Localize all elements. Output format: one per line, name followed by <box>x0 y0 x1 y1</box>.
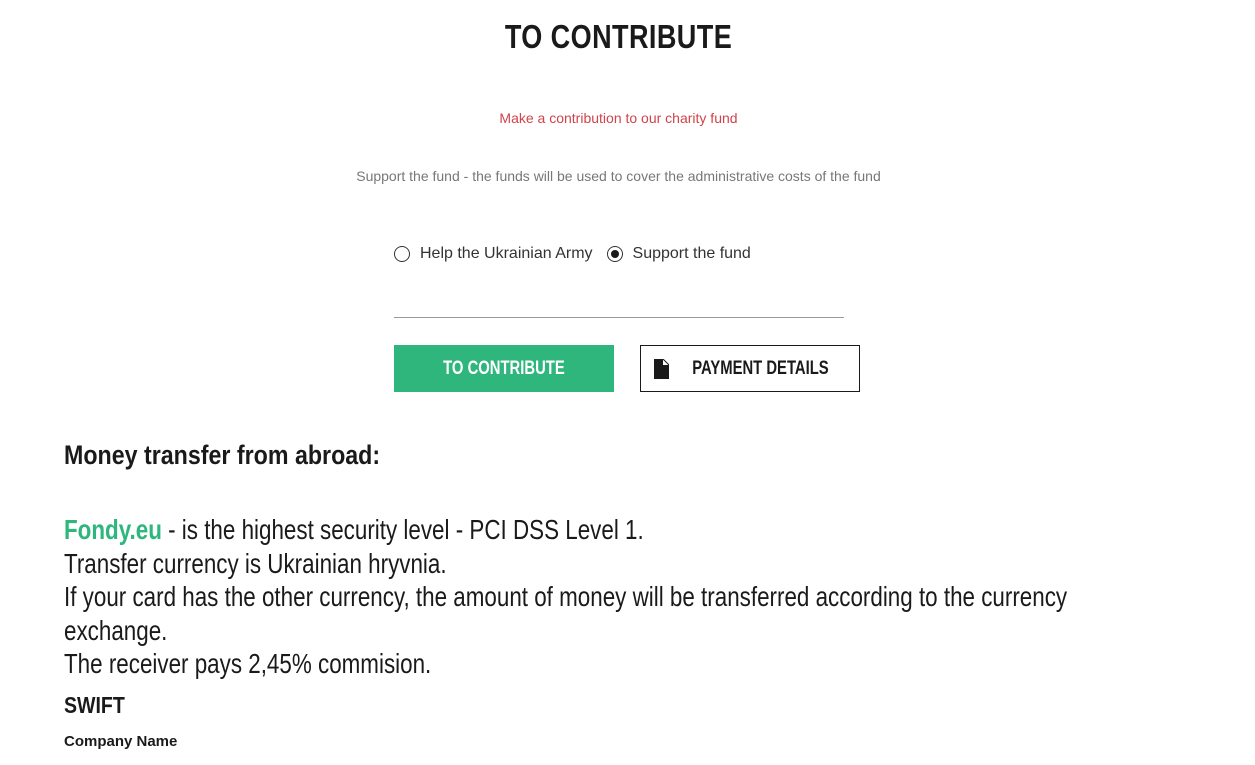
page-title: TO CONTRIBUTE <box>504 18 733 55</box>
payment-details-label: PAYMENT DETAILS <box>691 357 829 379</box>
radio-label: Help the Ukrainian Army <box>420 245 593 262</box>
info-line: Transfer currency is Ukrainian hryvnia. <box>64 547 447 579</box>
transfer-info: Fondy.eu - is the highest security level… <box>64 513 1104 681</box>
amount-input[interactable] <box>394 290 844 318</box>
radio-button-selected[interactable] <box>606 246 623 262</box>
info-line: The receiver pays 2,45% commision. <box>64 648 432 679</box>
page-description: Support the fund - the funds will be use… <box>356 168 881 184</box>
radio-label: Support the fund <box>632 245 751 262</box>
contribute-button-label: TO CONTRIBUTE <box>443 357 565 379</box>
document-icon <box>653 358 669 379</box>
info-line: Fondy.eu - is the highest security level… <box>64 513 1104 547</box>
radio-help-army[interactable]: Help the Ukrainian Army <box>394 245 593 263</box>
purpose-radio-group: Help the Ukrainian Army Support the fund <box>394 245 765 263</box>
contribute-button[interactable]: TO CONTRIBUTE <box>394 345 614 392</box>
radio-dot <box>610 250 619 258</box>
page-subtitle: Make a contribution to our charity fund <box>499 110 738 126</box>
company-name-label: Company Name <box>64 733 178 750</box>
info-line: If your card has the other currency, the… <box>64 581 1068 646</box>
radio-support-fund[interactable]: Support the fund <box>606 245 751 263</box>
swift-heading: SWIFT <box>64 692 125 718</box>
radio-button-unselected[interactable] <box>394 246 410 262</box>
payment-details-button[interactable]: PAYMENT DETAILS <box>640 345 860 392</box>
fondy-link[interactable]: Fondy.eu <box>64 514 162 545</box>
info-text: - is the highest security level - PCI DS… <box>161 514 644 545</box>
transfer-heading: Money transfer from abroad: <box>64 440 381 470</box>
